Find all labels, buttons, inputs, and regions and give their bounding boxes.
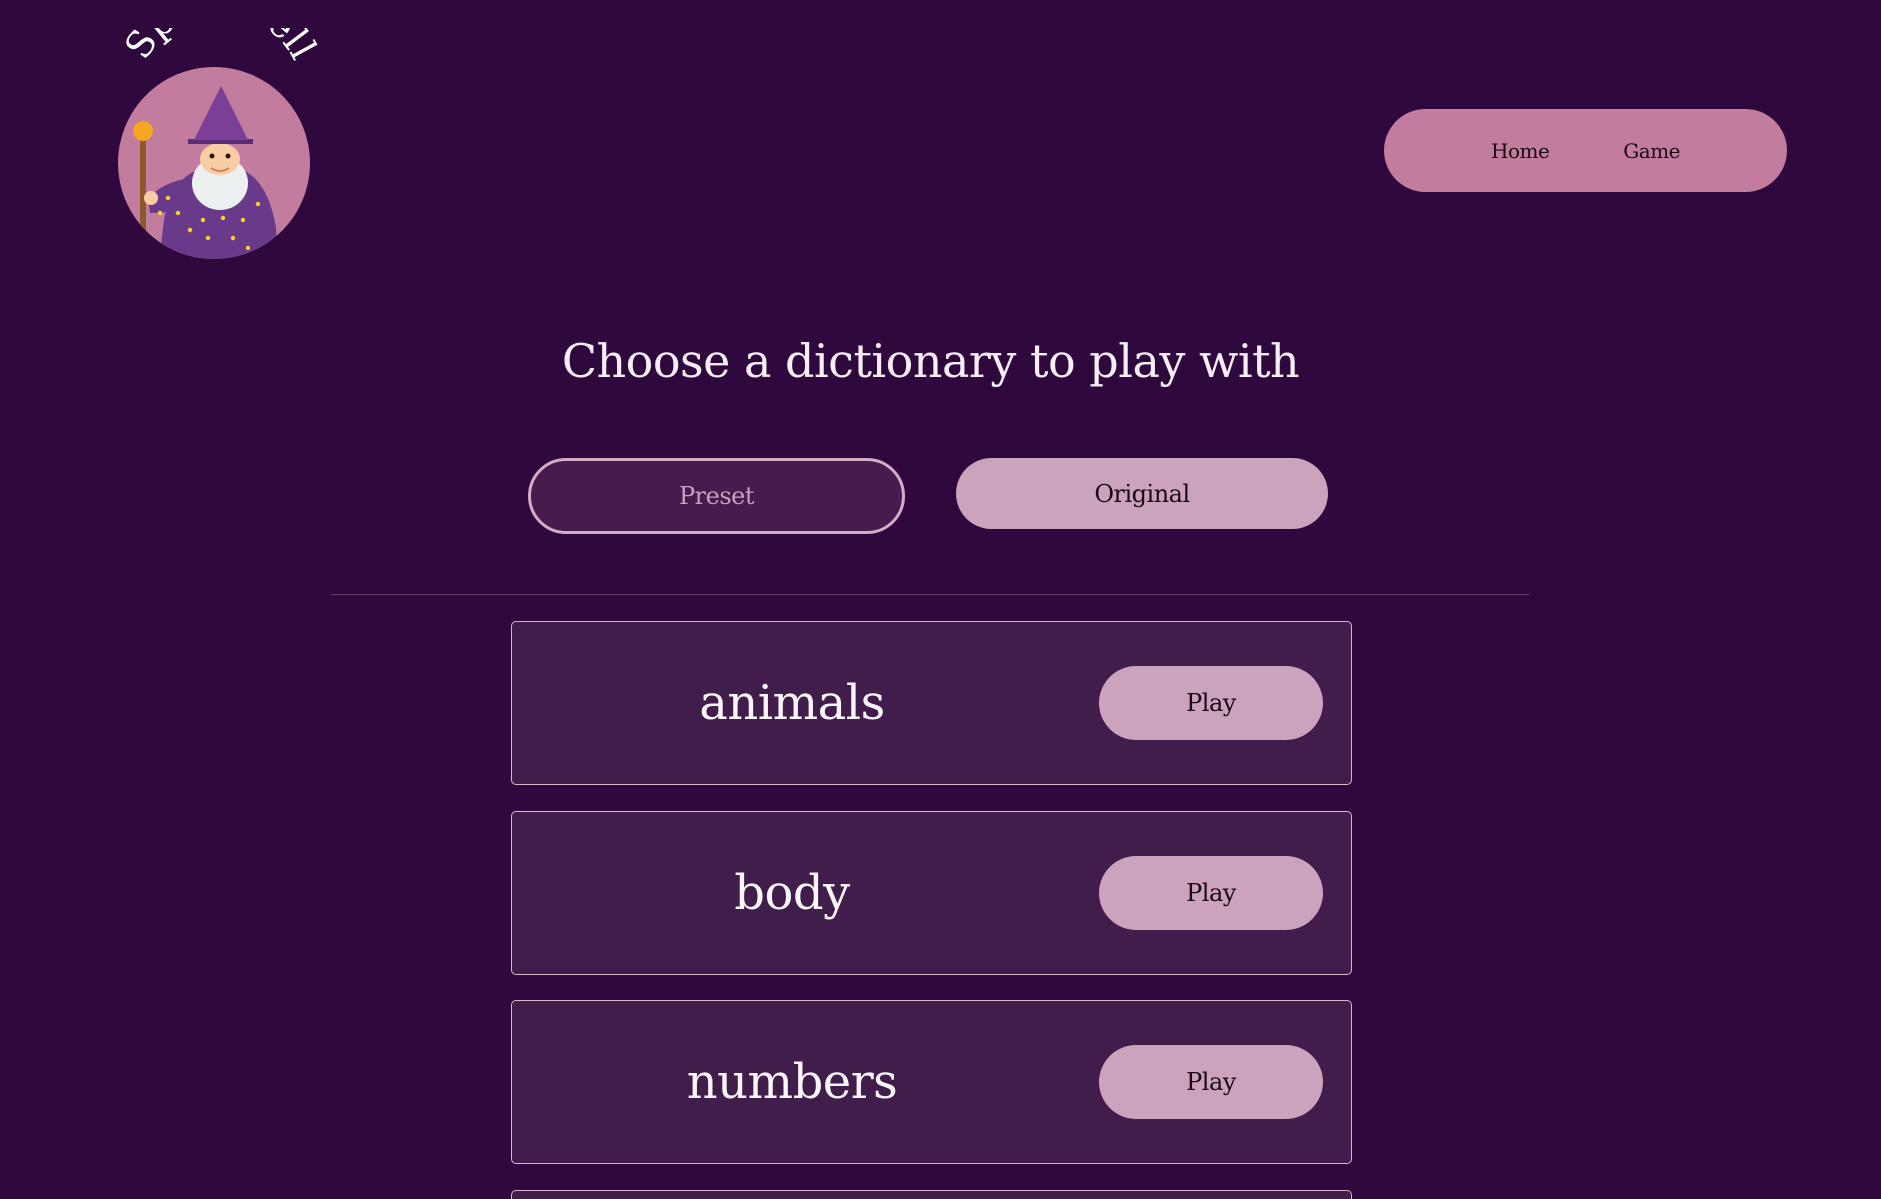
svg-text:Spell Well: Spell Well	[116, 28, 324, 66]
main-nav: Home Game	[1384, 109, 1787, 192]
preset-toggle-button[interactable]: Preset	[528, 458, 905, 534]
dictionary-name: numbers	[686, 1054, 898, 1110]
dictionary-card-animals: animals Play	[511, 621, 1352, 785]
play-button-animals[interactable]: Play	[1099, 666, 1323, 740]
page-title: Choose a dictionary to play with	[561, 334, 1300, 388]
dictionary-name	[512, 1191, 1072, 1199]
play-button-body[interactable]: Play	[1099, 856, 1323, 930]
page: Spell Well	[0, 0, 1881, 1199]
dictionary-card-partial	[511, 1190, 1352, 1199]
nav-home-link[interactable]: Home	[1491, 139, 1550, 163]
dictionary-card-body: body Play	[511, 811, 1352, 975]
play-button-numbers[interactable]: Play	[1099, 1045, 1323, 1119]
wizard-logo-icon: Spell Well	[116, 0, 325, 259]
divider	[331, 594, 1530, 595]
dictionary-name: body	[734, 865, 850, 921]
dictionary-name: animals	[699, 675, 885, 731]
original-toggle-button[interactable]: Original	[956, 458, 1328, 529]
spell-well-logo[interactable]: Spell Well	[108, 0, 328, 268]
dictionary-card-numbers: numbers Play	[511, 1000, 1352, 1164]
nav-game-link[interactable]: Game	[1623, 139, 1680, 163]
